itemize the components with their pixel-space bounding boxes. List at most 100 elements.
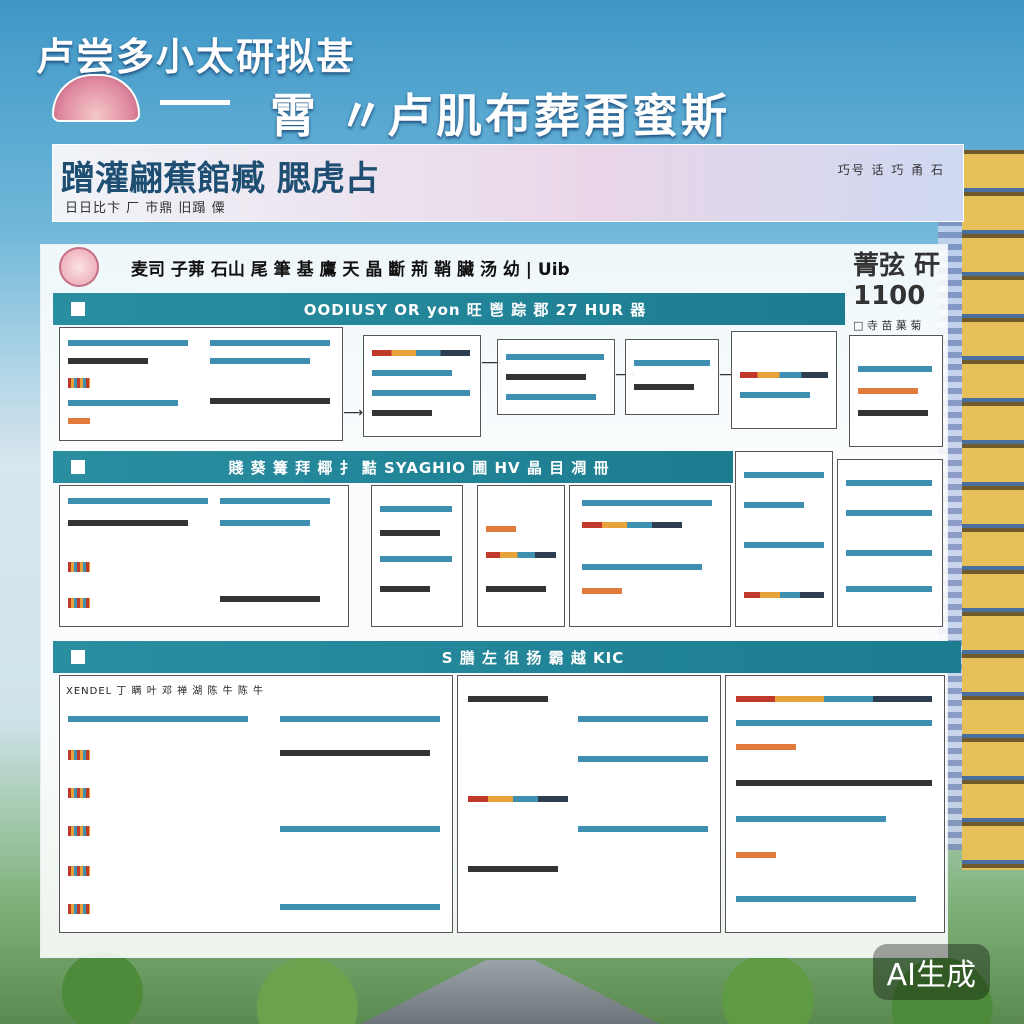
bar xyxy=(468,866,558,872)
chip xyxy=(68,826,90,836)
chip xyxy=(68,598,90,608)
bar xyxy=(380,586,430,592)
bar xyxy=(744,472,824,478)
bar xyxy=(372,410,432,416)
bar xyxy=(736,780,932,786)
panel-3a-heading: XENDEL 丁 瞒 叶 邓 禅 湖 陈 牛 陈 牛 xyxy=(66,686,265,697)
bar xyxy=(634,384,694,390)
bar xyxy=(280,750,430,756)
bar xyxy=(582,522,682,528)
bar xyxy=(858,388,918,394)
panel-side-2 xyxy=(837,459,943,627)
bar xyxy=(582,564,702,570)
bar xyxy=(634,360,710,366)
chip xyxy=(68,750,90,760)
bar xyxy=(486,526,516,532)
bar xyxy=(280,826,440,832)
panel-3a: XENDEL 丁 瞒 叶 邓 禅 湖 陈 牛 陈 牛 xyxy=(59,675,453,933)
bar xyxy=(210,398,330,404)
section-label-1: OODIUSY OR yon 旺 鬯 踪 郡 27 HUR 器 xyxy=(303,300,647,319)
bar xyxy=(372,350,470,356)
bar xyxy=(372,370,452,376)
panel-side-1 xyxy=(849,335,943,447)
bar xyxy=(858,410,928,416)
section-square-icon xyxy=(71,302,85,316)
panel-2a xyxy=(59,485,349,627)
bar xyxy=(210,358,310,364)
section-header-3: S 膳 左 徂 扬 霸 越 KIC xyxy=(53,641,961,673)
main-board: 麦司 子茀 石山 尾 筆 基 鷹 天 晶 斷 荊 鞘 臟 汤 幼 | Uib 菁… xyxy=(40,244,961,958)
bar xyxy=(578,826,708,832)
bar xyxy=(740,392,810,398)
bar xyxy=(736,744,796,750)
headline-line1: 卢尝多小太研拟甚 xyxy=(36,34,357,79)
panel-2e xyxy=(735,451,833,627)
panel-3c xyxy=(725,675,945,933)
connector-arrow-icon: ⟶ xyxy=(343,405,364,421)
bar xyxy=(736,896,916,902)
headline-line2: 霄 〃卢肌布葬甭蜜斯 xyxy=(270,89,731,143)
bar xyxy=(582,588,622,594)
bar xyxy=(578,756,708,762)
bar xyxy=(506,394,596,400)
panel-1e xyxy=(731,331,837,429)
bar xyxy=(68,418,90,424)
bar xyxy=(740,372,828,378)
bar xyxy=(744,502,804,508)
bar xyxy=(220,596,320,602)
shell-logo-icon xyxy=(52,74,140,122)
bar xyxy=(380,506,452,512)
bar xyxy=(468,796,568,802)
bar xyxy=(280,716,440,722)
bar xyxy=(846,510,932,516)
bar xyxy=(846,550,932,556)
bar xyxy=(68,400,178,406)
panel-2b xyxy=(371,485,463,627)
building-facade xyxy=(962,150,1024,870)
bar xyxy=(220,498,330,504)
bar xyxy=(506,374,586,380)
side-title: 菁弦 矸 1100 xyxy=(853,251,941,311)
section-header-2: 賤 葵 篝 拜 椰 扌 黠 SYAGHIO 圃 HV 晶 目 凋 冊 xyxy=(53,451,733,483)
bar xyxy=(846,480,932,486)
banner-right-text: 巧号 话 巧 甬 石 xyxy=(837,163,945,177)
bar xyxy=(846,586,932,592)
bar xyxy=(68,520,188,526)
panel-2c xyxy=(477,485,565,627)
bar xyxy=(486,586,546,592)
bar xyxy=(736,852,776,858)
chip xyxy=(68,378,90,388)
section-header-1: OODIUSY OR yon 旺 鬯 踪 郡 27 HUR 器 xyxy=(53,293,845,325)
section-label-2: 賤 葵 篝 拜 椰 扌 黠 SYAGHIO 圃 HV 晶 目 凋 冊 xyxy=(228,458,610,477)
bar xyxy=(736,696,932,702)
bar xyxy=(68,358,148,364)
chip xyxy=(68,866,90,876)
panel-1d xyxy=(625,339,719,415)
ai-generated-watermark: AI生成 xyxy=(872,944,990,1000)
bar xyxy=(578,716,708,722)
bar xyxy=(858,366,932,372)
panel-1a xyxy=(59,327,343,441)
board-logo-icon xyxy=(59,247,99,287)
chip xyxy=(68,788,90,798)
section-square-icon xyxy=(71,650,85,664)
bar xyxy=(736,816,886,822)
panel-2d xyxy=(569,485,731,627)
bar xyxy=(68,716,248,722)
bar xyxy=(68,498,208,504)
bar xyxy=(744,542,824,548)
panel-1c xyxy=(497,339,615,415)
banner-subtitle: 日日比卞 厂 巿鼎 旧蹋 僳 xyxy=(65,201,226,216)
panel-3b xyxy=(457,675,721,933)
headline-dash xyxy=(160,100,230,105)
bar xyxy=(582,500,712,506)
bar xyxy=(736,720,932,726)
bar xyxy=(380,530,440,536)
bar xyxy=(506,354,604,360)
section-label-3: S 膳 左 徂 扬 霸 越 KIC xyxy=(441,648,625,667)
title-banner: 蹭灌翩蕉館臧 腮虎占 日日比卞 厂 巿鼎 旧蹋 僳 巧号 话 巧 甬 石 xyxy=(52,144,964,222)
bar xyxy=(486,552,556,558)
bar xyxy=(380,556,452,562)
panel-1b xyxy=(363,335,481,437)
side-title-box: 菁弦 矸 1100 □ 寺 苗 菓 菊 xyxy=(853,251,943,332)
